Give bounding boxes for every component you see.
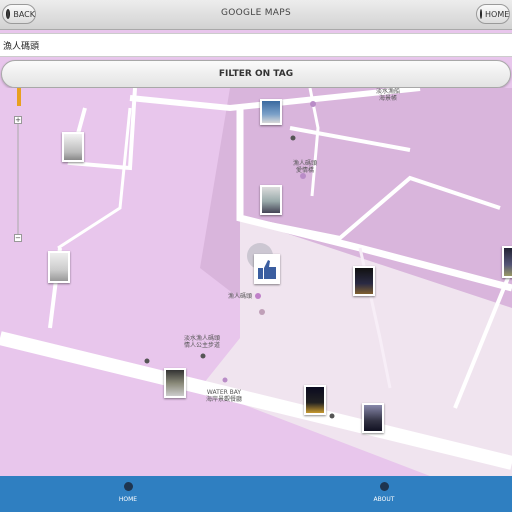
photo-marker[interactable] bbox=[260, 185, 282, 215]
filter-on-tag-button[interactable]: FILTER ON TAG bbox=[1, 60, 511, 88]
map-label-pier: 漁人碼頭 bbox=[228, 293, 253, 300]
map-label-top-right: 淡水漁船 海景帳 bbox=[376, 88, 401, 102]
photo-marker[interactable] bbox=[502, 246, 512, 278]
home-icon bbox=[123, 482, 133, 491]
map-label-center: 漁人碼頭 愛情橋 bbox=[293, 160, 318, 174]
photo-marker[interactable] bbox=[260, 99, 282, 125]
map-view[interactable]: + − 淡水漁船 海景帳 漁人碼頭 愛情橋 漁人碼頭 淡水漁人碼頭 情人公主步道… bbox=[0, 88, 512, 476]
photo-marker[interactable] bbox=[362, 403, 384, 433]
home-button[interactable]: HOME bbox=[476, 4, 510, 24]
photo-marker[interactable] bbox=[164, 368, 186, 398]
zoom-in-button[interactable]: + bbox=[14, 116, 22, 124]
map-label-waterbay: WATER BAY 海岸景觀餐廳 bbox=[206, 389, 243, 403]
zoom-out-button[interactable]: − bbox=[14, 234, 22, 242]
map-label-park: 淡水漁人碼頭 情人公主步道 bbox=[184, 335, 221, 349]
like-photo-marker[interactable] bbox=[254, 254, 280, 284]
photo-marker[interactable] bbox=[304, 385, 326, 415]
photo-marker[interactable] bbox=[353, 266, 375, 296]
bottom-nav: HOME ABOUT bbox=[0, 476, 512, 512]
home-icon bbox=[480, 9, 482, 19]
nav-about-tab[interactable]: ABOUT bbox=[354, 480, 414, 503]
photo-marker[interactable] bbox=[48, 251, 70, 283]
search-input[interactable]: 漁人碼頭 bbox=[0, 33, 512, 57]
photo-marker[interactable] bbox=[62, 132, 84, 162]
info-icon bbox=[379, 482, 389, 491]
nav-about-label: ABOUT bbox=[373, 496, 395, 503]
home-label: HOME bbox=[485, 9, 510, 19]
top-bar: BACK GOOGLE MAPS HOME bbox=[0, 0, 512, 30]
thumbs-up-icon bbox=[258, 260, 276, 279]
nav-home-tab[interactable]: HOME bbox=[98, 480, 158, 503]
nav-home-label: HOME bbox=[118, 496, 138, 503]
page-title: GOOGLE MAPS bbox=[220, 8, 292, 18]
